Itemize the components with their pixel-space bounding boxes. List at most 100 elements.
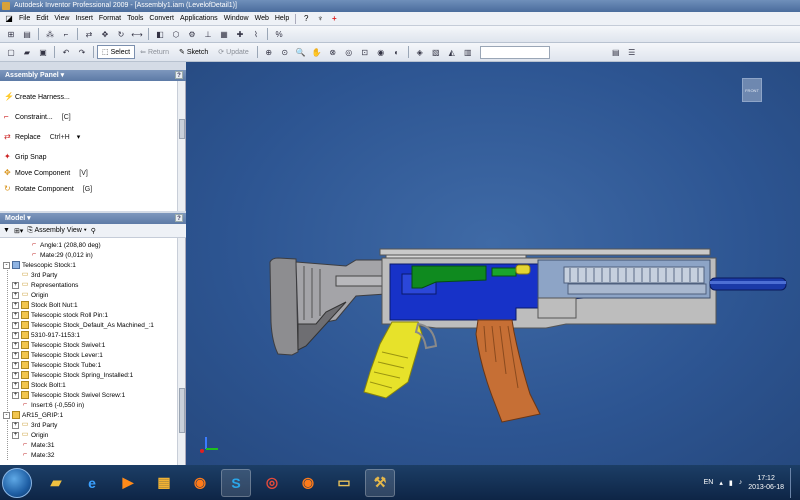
constraint-icon[interactable]: ⌐	[60, 28, 72, 40]
parameters-icon[interactable]: %	[273, 28, 285, 40]
look-at-icon[interactable]: ⊡	[359, 46, 371, 58]
redo-icon[interactable]: ↷	[76, 46, 88, 58]
tree-item[interactable]: + Telescopic Stock Swivel:1	[12, 340, 105, 350]
move-component-command[interactable]: ✥ Move Component [V]	[4, 169, 88, 177]
volume-icon[interactable]: ♪	[739, 479, 743, 486]
collapse-icon[interactable]: -	[3, 261, 10, 269]
rotate-icon[interactable]: ↻	[115, 28, 127, 40]
mirror-icon[interactable]: ⟷	[131, 28, 143, 40]
filter-icon[interactable]: ▼	[3, 227, 10, 234]
menu-applications[interactable]: Applications	[177, 15, 221, 22]
clock[interactable]: 17:12 2013-06-18	[748, 474, 784, 492]
wishlist-icon[interactable]: ♆	[315, 14, 325, 24]
assembly-panel-scrollbar[interactable]	[177, 81, 185, 211]
tree-item[interactable]: + Stock Bolt:1	[12, 380, 66, 390]
model-panel-header[interactable]: Model ▾ ?	[0, 213, 186, 224]
collapse-icon[interactable]: -	[3, 411, 10, 419]
replace-icon[interactable]: ⇄	[83, 28, 95, 40]
tree-item[interactable]: ⌐ Angle:1 (208,80 deg)	[21, 240, 101, 250]
chrome-icon[interactable]: ◎	[257, 469, 287, 497]
menu-insert[interactable]: Insert	[72, 15, 96, 22]
menu-format[interactable]: Format	[96, 15, 124, 22]
tube-icon[interactable]: ⌇	[250, 28, 262, 40]
create-harness-command[interactable]: ⚡ Create Harness...	[4, 93, 70, 101]
lighting-icon[interactable]: ▥	[462, 46, 474, 58]
shaded-display-icon[interactable]: ◉	[375, 46, 387, 58]
tree-item[interactable]: + ▭ Representations	[12, 280, 78, 290]
shadow-icon[interactable]: ◐	[391, 46, 403, 58]
menu-web[interactable]: Web	[252, 15, 272, 22]
app-icon[interactable]: ▦	[149, 469, 179, 497]
expand-icon[interactable]: +	[12, 351, 19, 359]
expand-icon[interactable]: +	[12, 341, 19, 349]
zoom-selected-icon[interactable]: ⊗	[327, 46, 339, 58]
tree-item[interactable]: - AR15_GRIP:1	[3, 410, 63, 420]
inventor-icon[interactable]: ⚒	[365, 468, 395, 497]
grip-snap-command[interactable]: ✦ Grip Snap	[4, 153, 47, 161]
help-icon[interactable]: ?	[175, 71, 183, 79]
expand-icon[interactable]: +	[12, 371, 19, 379]
media-player-icon[interactable]: ▶	[113, 469, 143, 497]
pistol-grip[interactable]	[363, 321, 438, 399]
pattern-icon[interactable]: ⁂	[44, 28, 56, 40]
firefox-icon[interactable]: ◉	[293, 469, 323, 497]
firefox-icon[interactable]: ◉	[185, 469, 215, 497]
help-icon[interactable]: ?	[175, 214, 183, 222]
bolt-icon[interactable]: ⚙	[186, 28, 198, 40]
zoom-window-icon[interactable]: ⊙	[279, 46, 291, 58]
project-icon[interactable]: ▤	[610, 46, 622, 58]
undo-icon[interactable]: ↶	[60, 46, 72, 58]
barrel[interactable]	[709, 277, 787, 291]
menu-view[interactable]: View	[51, 15, 72, 22]
color-icon[interactable]: ◈	[414, 46, 426, 58]
expand-icon[interactable]: +	[12, 291, 19, 299]
tree-item[interactable]: + ▭ Origin	[12, 430, 48, 440]
explorer-icon[interactable]: ▰	[41, 469, 71, 497]
expand-icon[interactable]: ⊞▾	[14, 227, 23, 235]
tree-item[interactable]: + ▭ Origin	[12, 290, 48, 300]
language-indicator[interactable]: EN	[704, 479, 714, 486]
plus-icon[interactable]: +	[329, 14, 339, 24]
style-icon[interactable]: ▧	[430, 46, 442, 58]
scrollbar-thumb[interactable]	[179, 388, 185, 433]
expand-icon[interactable]: +	[12, 431, 19, 439]
sketch-button[interactable]: ✎ Sketch	[174, 45, 213, 59]
section-icon[interactable]: ◧	[154, 28, 166, 40]
tree-item[interactable]: + Telescopic Stock Tube:1	[12, 360, 101, 370]
graphics-viewport[interactable]: FRONT	[186, 62, 800, 465]
rotate-component-command[interactable]: ↻ Rotate Component [G]	[4, 185, 92, 193]
open-icon[interactable]: ▰	[21, 46, 33, 58]
expand-icon[interactable]: +	[12, 391, 19, 399]
feature-icon[interactable]: ⬡	[170, 28, 182, 40]
find-icon[interactable]: ⚲	[91, 227, 96, 235]
pan-icon[interactable]: ✋	[311, 46, 323, 58]
tree-item[interactable]: - Telescopic Stock:1	[3, 260, 76, 270]
menu-window[interactable]: Window	[221, 15, 252, 22]
tree-item[interactable]: ▭ 3rd Party	[12, 270, 58, 280]
tree-item[interactable]: + Telescopic stock Roll Pin:1	[12, 310, 108, 320]
skype-icon[interactable]: S	[221, 468, 251, 497]
orbit-icon[interactable]: ◎	[343, 46, 355, 58]
expand-icon[interactable]: +	[12, 381, 19, 389]
telescopic-stock[interactable]	[269, 257, 389, 356]
tree-item[interactable]: ⌐ Mate:29 (0,012 in)	[21, 250, 93, 260]
tree-item[interactable]: ⌐ Mate:31	[12, 440, 55, 450]
menu-convert[interactable]: Convert	[146, 15, 177, 22]
return-button[interactable]: ⇐ Return	[135, 45, 174, 59]
expand-icon[interactable]: +	[12, 331, 19, 339]
color-style-combo[interactable]	[479, 45, 550, 59]
tree-item[interactable]: + Stock Bolt Nut:1	[12, 300, 78, 310]
place-component-icon[interactable]: ⊞	[5, 28, 17, 40]
save-icon[interactable]: ▣	[37, 46, 49, 58]
help-icon[interactable]: ☰	[626, 46, 638, 58]
new-icon[interactable]: ▢	[5, 46, 17, 58]
menu-tools[interactable]: Tools	[124, 15, 146, 22]
help-topics-icon[interactable]: ?	[301, 14, 311, 24]
frame-icon[interactable]: ▦	[218, 28, 230, 40]
tree-item[interactable]: ⌐ Mate:32	[12, 450, 55, 460]
tree-item[interactable]: + ▭ 3rd Party	[12, 420, 57, 430]
rifle-assembly-model[interactable]	[186, 62, 800, 465]
zoom-all-icon[interactable]: ⊕	[263, 46, 275, 58]
magazine[interactable]	[475, 319, 541, 423]
network-icon[interactable]: ▮	[729, 479, 733, 487]
